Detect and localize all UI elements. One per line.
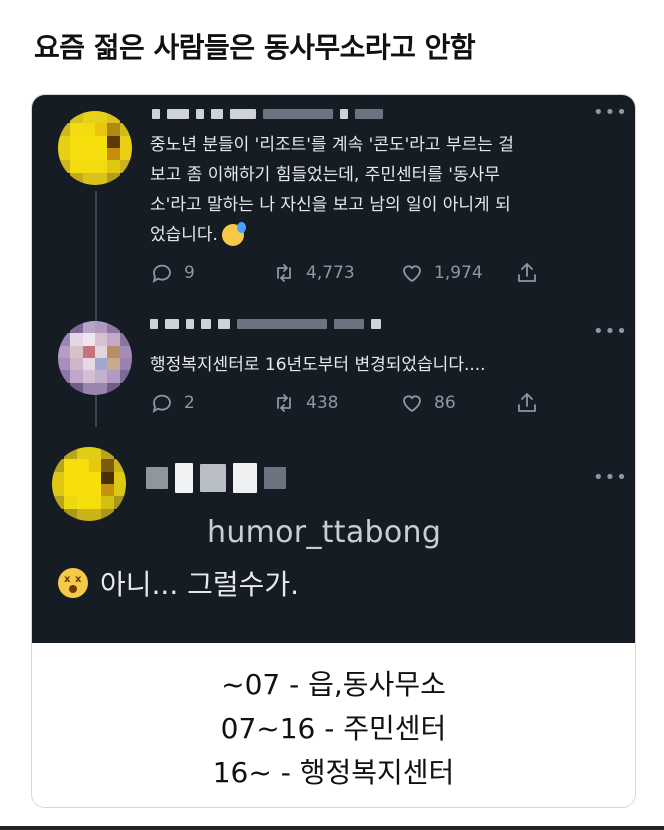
reply-button[interactable]: 9: [150, 261, 272, 285]
page-headline: 요즘 젊은 사람들은 동사무소라고 안함: [34, 31, 476, 64]
like-button[interactable]: 86: [400, 391, 515, 415]
caption-panel: ~07 - 읍,동사무소 07~16 - 주민센터 16~ - 행정복지센터: [32, 643, 635, 807]
avatar-pixelated[interactable]: [58, 111, 132, 185]
sweat-emoji-icon: [221, 222, 246, 246]
more-options-button[interactable]: •••: [593, 102, 628, 123]
retweet-icon: [277, 394, 291, 412]
more-options-button[interactable]: •••: [593, 467, 628, 488]
tweet-text: 중노년 분들이 '리조트'를 계속 '콘도'라고 부르는 걸 보고 좀 이해하기…: [150, 130, 620, 250]
retweet-count: 438: [306, 393, 339, 413]
share-icon: [518, 263, 536, 282]
reply-icon: [152, 264, 171, 283]
like-count: 1,974: [434, 263, 483, 283]
tweet-screenshot-card: ••• 중노년 분들이 '리조트'를 계속 '콘도'라고 부르는 걸 보고 좀 …: [31, 94, 636, 808]
share-button[interactable]: [515, 261, 549, 285]
tweet-2-text: 행정복지센터로 16년도부터 변경되었습니다....: [150, 355, 486, 375]
username-redacted: [152, 109, 383, 119]
caption-line-1: ~07 - 읍,동사무소: [221, 668, 446, 701]
reply-count: 2: [184, 393, 195, 413]
retweet-icon: [277, 264, 291, 282]
retweet-button[interactable]: 4,773: [272, 261, 400, 285]
retweet-button[interactable]: 438: [272, 391, 400, 415]
retweet-count: 4,773: [306, 263, 355, 283]
reply-tweet-text: xx 아니... 그럴수가.: [58, 563, 299, 603]
caption-line-2: 07~16 - 주민센터: [220, 712, 447, 745]
more-options-button[interactable]: •••: [593, 321, 628, 342]
tweet-2-actions: 2 438 86: [150, 391, 549, 415]
username-redacted: [150, 319, 381, 329]
bottom-divider: [0, 826, 664, 830]
reply-button[interactable]: 2: [150, 391, 272, 415]
tweet-1-text: 중노년 분들이 '리조트'를 계속 '콘도'라고 부르는 걸 보고 좀 이해하기…: [150, 135, 514, 245]
reply-text: 아니... 그럴수가.: [100, 568, 300, 601]
avatar-pixelated[interactable]: [52, 447, 126, 521]
like-button[interactable]: 1,974: [400, 261, 515, 285]
share-icon: [518, 393, 536, 412]
like-icon: [403, 265, 421, 283]
like-count: 86: [434, 393, 456, 413]
username-redacted: [146, 463, 286, 493]
tweet-thread: ••• 중노년 분들이 '리조트'를 계속 '콘도'라고 부르는 걸 보고 좀 …: [32, 95, 635, 643]
like-icon: [403, 395, 421, 413]
avatar-pixelated[interactable]: [58, 321, 132, 395]
reply-count: 9: [184, 263, 195, 283]
dizzy-face-emoji-icon: xx: [58, 568, 88, 598]
watermark-text: humor_ttabong: [207, 515, 442, 550]
reply-icon: [152, 394, 171, 413]
share-button[interactable]: [515, 391, 549, 415]
tweet-1-actions: 9 4,773 1,974: [150, 261, 549, 285]
caption-line-3: 16~ - 행정복지센터: [212, 756, 455, 789]
